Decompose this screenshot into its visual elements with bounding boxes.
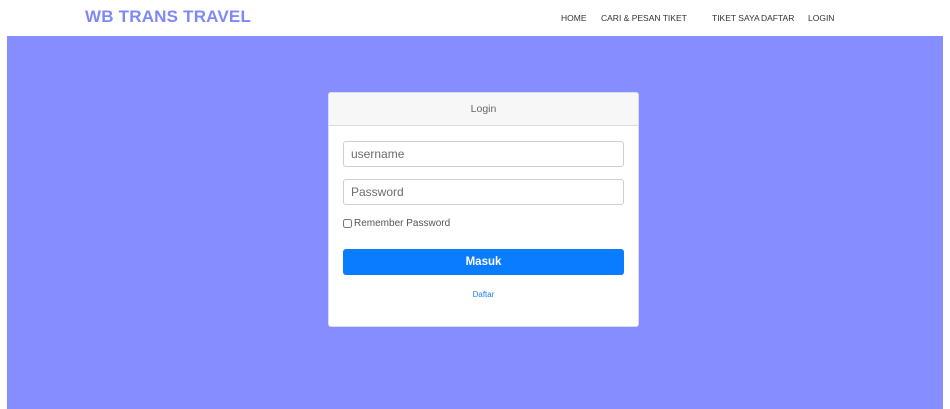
- remember-password[interactable]: Remember Password: [343, 218, 450, 229]
- daftar-link[interactable]: Daftar: [329, 290, 638, 299]
- nav-home[interactable]: HOME: [561, 13, 587, 23]
- top-navbar: WB TRANS TRAVEL HOME CARI & PESAN TIKET …: [0, 0, 950, 36]
- login-card-title: Login: [329, 93, 638, 126]
- nav-cari-pesan-tiket[interactable]: CARI & PESAN TIKET: [601, 13, 687, 23]
- remember-password-label: Remember Password: [354, 218, 451, 229]
- nav-daftar[interactable]: DAFTAR: [761, 13, 794, 23]
- nav-login[interactable]: LOGIN: [808, 13, 834, 23]
- site-logo[interactable]: WB TRANS TRAVEL: [85, 7, 251, 27]
- login-card: Login Remember Password Masuk Daftar: [328, 92, 639, 327]
- password-input[interactable]: [343, 179, 624, 205]
- masuk-button[interactable]: Masuk: [343, 249, 624, 275]
- username-input[interactable]: [343, 141, 624, 167]
- remember-password-checkbox[interactable]: [343, 219, 352, 228]
- nav-tiket-saya[interactable]: TIKET SAYA: [712, 13, 760, 23]
